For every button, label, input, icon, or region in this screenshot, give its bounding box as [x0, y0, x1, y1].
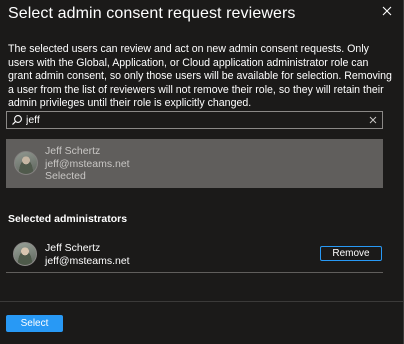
clear-search-icon[interactable] [368, 115, 378, 125]
select-button[interactable]: Select [6, 315, 63, 332]
avatar [13, 242, 37, 266]
selected-administrators-heading: Selected administrators [8, 213, 128, 225]
remove-button[interactable]: Remove [320, 246, 382, 261]
footer-divider [0, 301, 404, 302]
search-result-item[interactable]: Jeff Schertz jeff@msteams.net Selected [6, 139, 383, 188]
search-input[interactable] [26, 112, 356, 128]
result-status: Selected [45, 170, 86, 182]
close-icon [382, 6, 392, 16]
search-box[interactable] [6, 111, 383, 129]
close-button[interactable] [380, 4, 394, 18]
search-icon [12, 115, 22, 125]
consent-reviewers-panel: Select admin consent request reviewers T… [0, 0, 404, 344]
result-email: jeff@msteams.net [45, 157, 130, 170]
admin-name: Jeff Schertz [45, 242, 101, 254]
dialog-title: Select admin consent request reviewers [8, 5, 296, 22]
admin-email: jeff@msteams.net [45, 254, 130, 267]
dialog-description: The selected users can review and act on… [8, 43, 392, 110]
selected-admin-row: Jeff Schertz jeff@msteams.net Remove [6, 236, 383, 273]
avatar [14, 151, 38, 175]
result-name: Jeff Schertz [45, 145, 101, 157]
